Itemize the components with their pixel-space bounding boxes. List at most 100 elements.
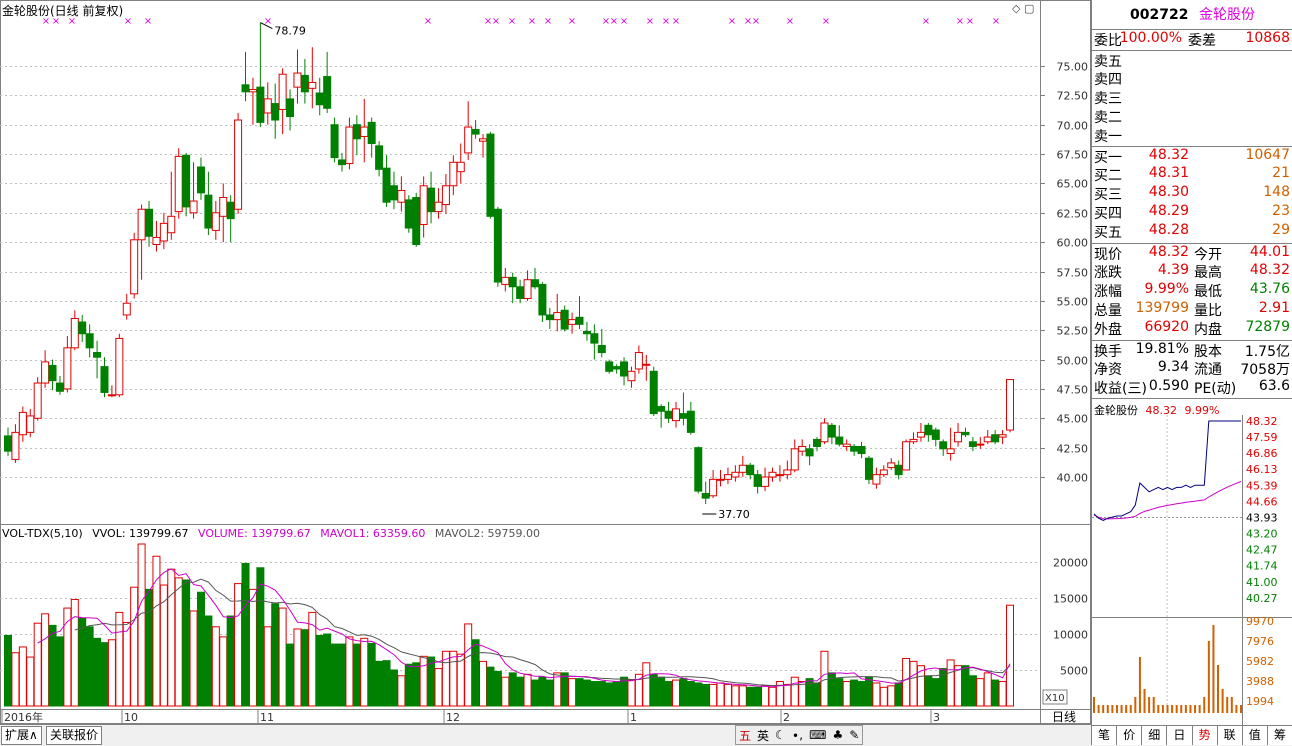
candle-body[interactable] xyxy=(189,200,198,214)
candle-body[interactable] xyxy=(4,435,12,452)
candle-body[interactable] xyxy=(545,314,554,321)
volume-bar[interactable] xyxy=(805,678,814,707)
volume-bar[interactable] xyxy=(642,662,651,707)
candle-body[interactable] xyxy=(582,330,591,335)
volume-bar[interactable] xyxy=(449,650,458,707)
volume-bar[interactable] xyxy=(968,675,977,707)
volume-bar[interactable] xyxy=(709,683,718,707)
volume-bar[interactable] xyxy=(961,665,970,707)
volume-bar[interactable] xyxy=(182,579,191,707)
volume-bar[interactable] xyxy=(872,682,881,707)
candle-body[interactable] xyxy=(360,126,369,137)
vol-indicator-name[interactable]: VOL-TDX(5,10) xyxy=(2,527,83,540)
candle-body[interactable] xyxy=(427,187,436,213)
candle-body[interactable] xyxy=(286,98,295,117)
candle-body[interactable] xyxy=(11,431,20,460)
ime-toolbar[interactable]: 五 英 ☾ ∙, ⌨ ♣ ✎ xyxy=(735,725,864,745)
candle-body[interactable] xyxy=(338,159,346,166)
volume-bar[interactable] xyxy=(864,676,873,707)
candle-body[interactable] xyxy=(523,279,532,300)
candle-body[interactable] xyxy=(486,133,495,217)
candle-body[interactable] xyxy=(998,434,1007,438)
volume-bar[interactable] xyxy=(367,642,376,707)
candle-body[interactable] xyxy=(493,208,502,283)
candle-body[interactable] xyxy=(991,434,1000,443)
candle-body[interactable] xyxy=(909,438,918,443)
candle-body[interactable] xyxy=(63,347,72,390)
candle-body[interactable] xyxy=(85,333,94,349)
candle-body[interactable] xyxy=(308,81,317,89)
candle-body[interactable] xyxy=(323,76,332,109)
candle-body[interactable] xyxy=(137,208,146,241)
candle-body[interactable] xyxy=(441,185,450,206)
candle-body[interactable] xyxy=(723,474,732,480)
candle-body[interactable] xyxy=(746,464,755,476)
volume-bar[interactable] xyxy=(924,675,933,707)
volume-bar[interactable] xyxy=(753,686,762,707)
ime-mode-icon[interactable]: 五 xyxy=(736,727,754,744)
volume-bar[interactable] xyxy=(286,643,295,707)
candle-body[interactable] xyxy=(627,370,636,382)
candle-body[interactable] xyxy=(78,321,87,335)
candle-body[interactable] xyxy=(931,429,940,440)
volume-bar[interactable] xyxy=(523,673,532,707)
volume-bar[interactable] xyxy=(842,681,851,707)
ime-moon-icon[interactable]: ☾ xyxy=(772,728,789,742)
volume-bar[interactable] xyxy=(508,672,517,707)
candle-body[interactable] xyxy=(397,189,406,203)
volume-bar[interactable] xyxy=(33,622,42,707)
candle-body[interactable] xyxy=(55,382,64,392)
volume-bar[interactable] xyxy=(204,615,213,707)
candle-body[interactable] xyxy=(315,92,324,106)
candle-body[interactable] xyxy=(449,161,458,187)
volume-bar[interactable] xyxy=(612,681,621,707)
candle-body[interactable] xyxy=(226,201,235,220)
candle-body[interactable] xyxy=(775,474,784,477)
candle-body[interactable] xyxy=(241,84,250,93)
candle-body[interactable] xyxy=(248,88,257,93)
candle-body[interactable] xyxy=(538,283,547,316)
volume-bar[interactable] xyxy=(657,676,666,707)
candle-body[interactable] xyxy=(605,361,614,372)
volume-bar[interactable] xyxy=(211,626,220,707)
volume-bar[interactable] xyxy=(226,615,235,707)
period-label[interactable]: 日线 xyxy=(1052,710,1076,724)
candle-body[interactable] xyxy=(271,103,280,121)
candle-body[interactable] xyxy=(805,448,814,457)
volume-bar[interactable] xyxy=(18,646,27,707)
candle-body[interactable] xyxy=(790,448,799,471)
volume-bar[interactable] xyxy=(909,660,918,707)
volume-bar[interactable] xyxy=(323,633,332,707)
candle-body[interactable] xyxy=(434,201,443,213)
candle-body[interactable] xyxy=(375,145,384,170)
candle-body[interactable] xyxy=(694,447,703,492)
volume-bar[interactable] xyxy=(575,678,584,707)
candle-body[interactable] xyxy=(382,167,391,203)
candle-body[interactable] xyxy=(464,126,473,154)
candle-body[interactable] xyxy=(731,471,740,478)
volume-bar[interactable] xyxy=(954,665,963,707)
volume-bar[interactable] xyxy=(85,626,94,707)
candle-body[interactable] xyxy=(479,138,488,142)
candle-body[interactable] xyxy=(471,128,480,135)
volume-bar[interactable] xyxy=(397,675,406,707)
right-tab-0[interactable]: 笔 xyxy=(1092,726,1118,745)
volume-bar[interactable] xyxy=(723,683,732,707)
volume-bar[interactable] xyxy=(167,568,176,707)
candle-body[interactable] xyxy=(204,194,213,229)
candle-body[interactable] xyxy=(590,333,599,344)
candle-body[interactable] xyxy=(798,445,807,452)
volume-bar[interactable] xyxy=(315,634,324,707)
volume-bar[interactable] xyxy=(664,681,673,707)
candle-body[interactable] xyxy=(234,119,243,210)
candle-body[interactable] xyxy=(738,464,747,473)
volume-bar[interactable] xyxy=(11,652,20,707)
candle-body[interactable] xyxy=(679,413,688,419)
volume-bar[interactable] xyxy=(352,643,361,707)
candle-body[interactable] xyxy=(864,457,873,480)
candle-body[interactable] xyxy=(716,478,725,481)
volume-bar[interactable] xyxy=(70,598,79,707)
volume-bar[interactable] xyxy=(152,555,161,707)
candle-body[interactable] xyxy=(620,361,629,377)
candle-body[interactable] xyxy=(887,462,896,469)
